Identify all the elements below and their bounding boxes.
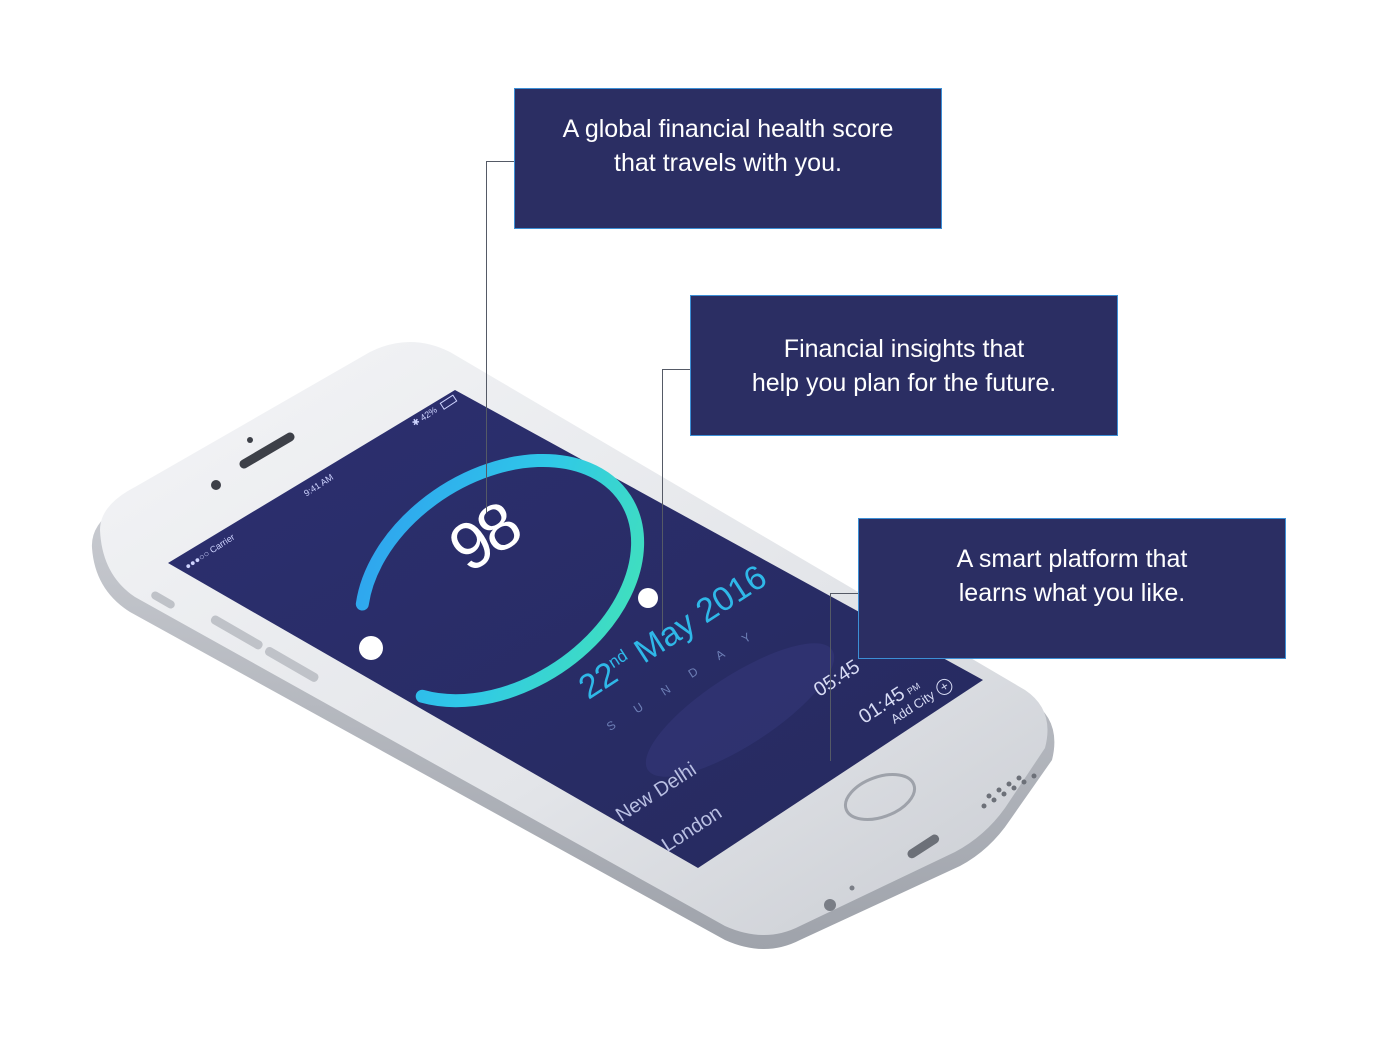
leader-line-1-v <box>486 161 487 513</box>
mic-hole <box>824 899 836 911</box>
proximity-sensor <box>247 437 253 443</box>
callout-line: learns what you like. <box>958 578 1186 607</box>
callout-line: help you plan for the future. <box>751 368 1057 397</box>
leader-line-2-v <box>662 369 663 631</box>
gauge-knob-end <box>638 588 658 608</box>
callout-line: A smart platform that <box>956 544 1188 573</box>
page: ●●●○○ Carrier 9:41 AM ✱ 42% 98 22nd May … <box>0 0 1385 1037</box>
leader-line-2-h <box>662 369 691 370</box>
leader-line-3-h <box>830 593 859 594</box>
callout-insights: Financial insights that help you plan fo… <box>690 295 1118 436</box>
leader-line-1-h <box>486 161 515 162</box>
leader-line-3-v <box>830 593 831 761</box>
gauge-knob-start <box>359 636 383 660</box>
callout-line: Financial insights that <box>783 334 1025 363</box>
callout-line: A global financial health score <box>562 114 894 143</box>
callout-line: that travels with you. <box>614 148 842 177</box>
callout-health-score: A global financial health score that tra… <box>514 88 942 229</box>
callout-smart-platform: A smart platform that learns what you li… <box>858 518 1286 659</box>
front-camera <box>211 480 221 490</box>
